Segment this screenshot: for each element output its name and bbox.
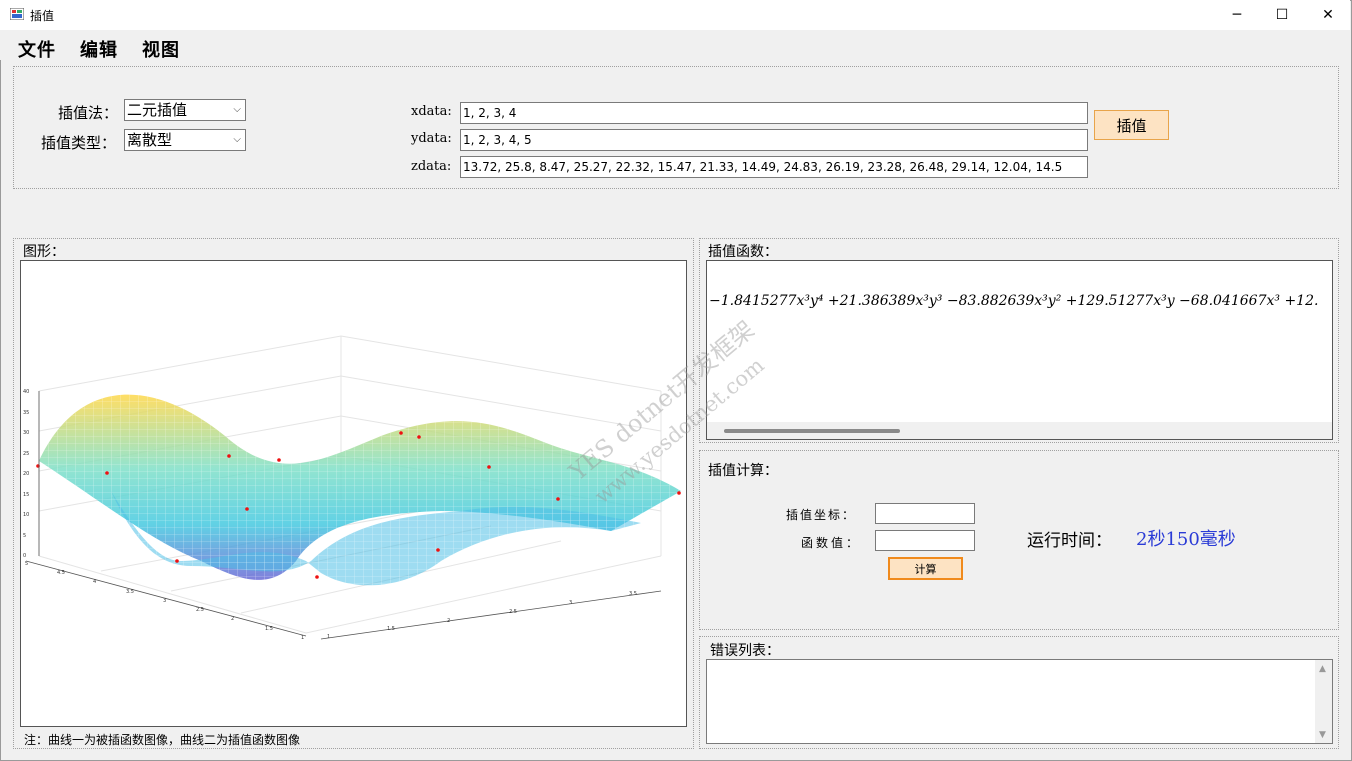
calc-label: 插值计算： — [708, 463, 778, 479]
vertical-scrollbar[interactable]: ▲ ▼ — [1315, 660, 1332, 743]
close-icon: ✕ — [1322, 7, 1334, 23]
minimize-icon: ─ — [1232, 7, 1242, 23]
y-tick: 2.5 — [196, 607, 204, 613]
y-tick: 3 — [163, 598, 166, 604]
value-input[interactable] — [875, 530, 975, 551]
type-label: 插值类型： — [41, 134, 117, 152]
scrollbar-thumb[interactable] — [724, 429, 900, 433]
function-label: 插值函数： — [708, 244, 778, 260]
function-display: −1.8415277x³y⁴ +21.386389x³y³ −83.882639… — [706, 260, 1333, 440]
coord-input[interactable] — [875, 503, 975, 524]
menu-bar — [0, 30, 1350, 60]
error-label: 错误列表： — [710, 643, 780, 659]
close-button[interactable]: ✕ — [1305, 0, 1351, 30]
y-tick: 1.5 — [265, 626, 273, 632]
chevron-down-icon: ⌵ — [233, 134, 241, 145]
maximize-icon: ☐ — [1275, 7, 1289, 23]
method-label: 插值法： — [58, 104, 119, 122]
x-tick: 2.5 — [509, 609, 517, 615]
z-tick: 20 — [23, 471, 29, 477]
xdata-input[interactable]: 1, 2, 3, 4 — [460, 102, 1088, 124]
z-tick: 10 — [23, 512, 29, 518]
zdata-label: zdata: — [411, 159, 452, 174]
runtime-value: 2秒150毫秒 — [1136, 529, 1236, 550]
z-tick: 5 — [23, 533, 26, 539]
z-tick: 35 — [23, 410, 29, 416]
menu-view[interactable]: 视图 — [142, 36, 180, 62]
interpolated-surface — [39, 394, 681, 586]
compute-button[interactable]: 计算 — [888, 557, 963, 580]
x-tick: 1 — [327, 634, 330, 640]
app-icon — [10, 8, 24, 20]
surface-plot: 40 35 30 25 20 15 10 5 0 5 4.5 4 3.5 3 2… — [23, 335, 681, 641]
y-tick: 5 — [25, 561, 28, 567]
z-tick: 40 — [23, 389, 29, 395]
title-bar — [0, 0, 1350, 30]
scroll-up-icon[interactable]: ▲ — [1319, 664, 1326, 674]
ydata-label: ydata: — [411, 131, 452, 146]
z-tick: 25 — [23, 451, 29, 457]
y-tick: 2 — [231, 616, 234, 622]
type-value: 离散型 — [127, 131, 173, 149]
x-tick: 2 — [447, 618, 450, 624]
horizontal-scrollbar[interactable] — [707, 422, 1332, 439]
interpolate-button[interactable]: 插值 — [1094, 110, 1169, 140]
z-tick: 30 — [23, 430, 29, 436]
menu-edit[interactable]: 编辑 — [80, 36, 118, 62]
type-select[interactable]: 离散型 ⌵ — [124, 129, 246, 151]
runtime-label: 运行时间： — [1027, 531, 1112, 551]
coord-label: 插值坐标： — [786, 508, 857, 522]
graph-note: 注：曲线一为被插函数图像，曲线二为插值函数图像 — [24, 733, 301, 747]
method-value: 二元插值 — [127, 101, 188, 119]
maximize-button[interactable]: ☐ — [1259, 0, 1305, 30]
function-formula: −1.8415277x³y⁴ +21.386389x³y³ −83.882639… — [709, 293, 1319, 309]
y-tick: 4.5 — [57, 570, 65, 576]
zdata-input[interactable]: 13.72, 25.8, 8.47, 25.27, 22.32, 15.47, … — [460, 156, 1088, 178]
graph-canvas: 40 35 30 25 20 15 10 5 0 5 4.5 4 3.5 3 2… — [20, 260, 687, 727]
value-label: 函数值： — [801, 536, 862, 550]
window-title: 插值 — [30, 9, 55, 23]
z-tick: 0 — [23, 553, 26, 559]
scroll-down-icon[interactable]: ▼ — [1319, 730, 1326, 740]
menu-file[interactable]: 文件 — [18, 36, 56, 62]
y-tick: 3.5 — [126, 589, 134, 595]
xdata-label: xdata: — [411, 104, 452, 119]
minimize-button[interactable]: ─ — [1214, 0, 1260, 30]
x-tick: 3.5 — [629, 591, 637, 597]
y-tick: 1 — [301, 635, 304, 641]
error-list[interactable]: ▲ ▼ — [706, 659, 1333, 744]
ydata-input[interactable]: 1, 2, 3, 4, 5 — [460, 129, 1088, 151]
graph-label: 图形： — [23, 244, 65, 260]
z-tick: 15 — [23, 492, 29, 498]
x-tick: 3 — [569, 600, 572, 606]
calc-group — [699, 450, 1339, 630]
y-tick: 4 — [93, 579, 96, 585]
chevron-down-icon: ⌵ — [233, 104, 241, 115]
method-select[interactable]: 二元插值 ⌵ — [124, 99, 246, 121]
x-tick: 1.5 — [387, 626, 395, 632]
